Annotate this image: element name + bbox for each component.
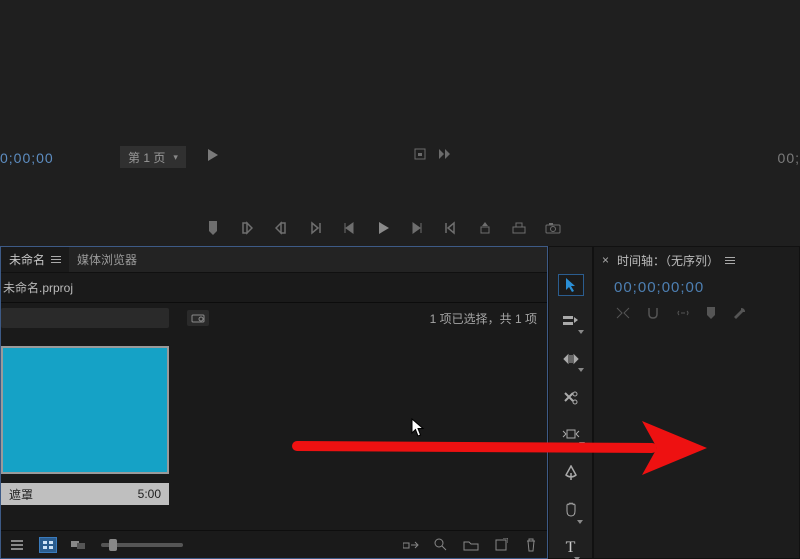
tab-project-label: 未命名 bbox=[9, 251, 45, 268]
timecode-right: 00; bbox=[778, 150, 800, 166]
step-forward-icon[interactable] bbox=[409, 220, 425, 236]
marker-icon[interactable] bbox=[205, 220, 221, 236]
settings-wrench-icon[interactable] bbox=[732, 306, 746, 323]
timeline-header-icons bbox=[594, 298, 799, 323]
razor-tool[interactable] bbox=[559, 388, 583, 408]
insert-mode-icon[interactable] bbox=[616, 307, 630, 322]
transport-controls bbox=[205, 220, 561, 236]
selection-status: 1 项已选择，共 1 项 bbox=[430, 310, 537, 327]
new-bin-icon[interactable] bbox=[463, 538, 479, 552]
timecode-left: 0;00;00 bbox=[0, 150, 54, 166]
selection-tool[interactable] bbox=[559, 275, 583, 295]
play-mini-icon[interactable] bbox=[208, 149, 218, 164]
chevron-down-icon: ▾ bbox=[173, 152, 178, 163]
close-icon[interactable]: × bbox=[602, 253, 609, 267]
goto-in-icon[interactable] bbox=[307, 220, 323, 236]
safe-margins-icon[interactable] bbox=[414, 148, 426, 163]
thumbnail-zoom-slider[interactable] bbox=[101, 543, 183, 547]
snap-icon[interactable] bbox=[646, 307, 660, 322]
slip-tool[interactable] bbox=[559, 426, 583, 446]
timeline-timecode[interactable]: 00;00;00;00 bbox=[594, 273, 799, 298]
extract-icon[interactable] bbox=[511, 220, 527, 236]
automate-sequence-icon[interactable] bbox=[403, 538, 419, 552]
tool-strip: T bbox=[548, 246, 593, 559]
lift-icon[interactable] bbox=[477, 220, 493, 236]
clip-label-row[interactable]: 遮罩 5:00 bbox=[1, 483, 169, 505]
linked-selection-icon[interactable] bbox=[676, 307, 690, 322]
project-panel: 未命名 媒体浏览器 未命名.prproj 1 项已选择，共 1 项 遮罩 5:0… bbox=[0, 246, 548, 559]
freeform-view-icon[interactable] bbox=[71, 538, 87, 552]
project-content[interactable]: 遮罩 5:00 bbox=[1, 333, 547, 535]
ripple-edit-tool[interactable] bbox=[559, 350, 583, 370]
new-item-icon[interactable] bbox=[493, 538, 509, 552]
in-point-icon[interactable] bbox=[239, 220, 255, 236]
tab-menu-icon[interactable] bbox=[51, 256, 61, 263]
tab-media-browser[interactable]: 媒体浏览器 bbox=[69, 247, 145, 272]
slider-thumb[interactable] bbox=[109, 539, 117, 551]
search-input[interactable] bbox=[1, 308, 169, 328]
type-tool[interactable]: T bbox=[559, 538, 583, 558]
tab-timeline[interactable]: 时间轴：（无序列） bbox=[617, 252, 735, 269]
tab-menu-icon[interactable] bbox=[725, 257, 735, 264]
out-point-icon[interactable] bbox=[273, 220, 289, 236]
page-dropdown-label: 第 1 页 bbox=[128, 149, 165, 166]
skip-icon[interactable] bbox=[438, 148, 452, 163]
play-icon[interactable] bbox=[375, 220, 391, 236]
step-back-icon[interactable] bbox=[341, 220, 357, 236]
program-monitor: 0;00;00 第 1 页 ▾ 00; bbox=[0, 0, 800, 246]
tab-project[interactable]: 未命名 bbox=[1, 247, 69, 272]
hand-tool[interactable] bbox=[559, 501, 583, 521]
list-view-icon[interactable] bbox=[9, 538, 25, 552]
clip-duration: 5:00 bbox=[138, 487, 161, 501]
mouse-cursor bbox=[411, 418, 425, 438]
preview-misc-icons bbox=[414, 148, 452, 163]
timeline-panel: × 时间轴：（无序列） 00;00;00;00 bbox=[593, 246, 800, 559]
trash-icon[interactable] bbox=[523, 538, 539, 552]
tab-media-browser-label: 媒体浏览器 bbox=[77, 251, 137, 268]
track-select-tool[interactable] bbox=[559, 313, 583, 333]
pen-tool[interactable] bbox=[559, 463, 583, 483]
project-filename: 未命名.prproj bbox=[1, 273, 547, 303]
icon-view-icon[interactable] bbox=[39, 537, 57, 553]
project-footer bbox=[1, 530, 547, 558]
clip-name: 遮罩 bbox=[9, 486, 33, 503]
filter-bin-icon[interactable] bbox=[187, 310, 209, 326]
add-marker-icon[interactable] bbox=[706, 307, 716, 322]
camera-icon[interactable] bbox=[545, 220, 561, 236]
clip-thumbnail[interactable] bbox=[1, 346, 169, 474]
tab-timeline-label: 时间轴：（无序列） bbox=[617, 252, 719, 269]
goto-out-icon[interactable] bbox=[443, 220, 459, 236]
find-icon[interactable] bbox=[433, 538, 449, 552]
page-dropdown[interactable]: 第 1 页 ▾ bbox=[120, 146, 186, 168]
